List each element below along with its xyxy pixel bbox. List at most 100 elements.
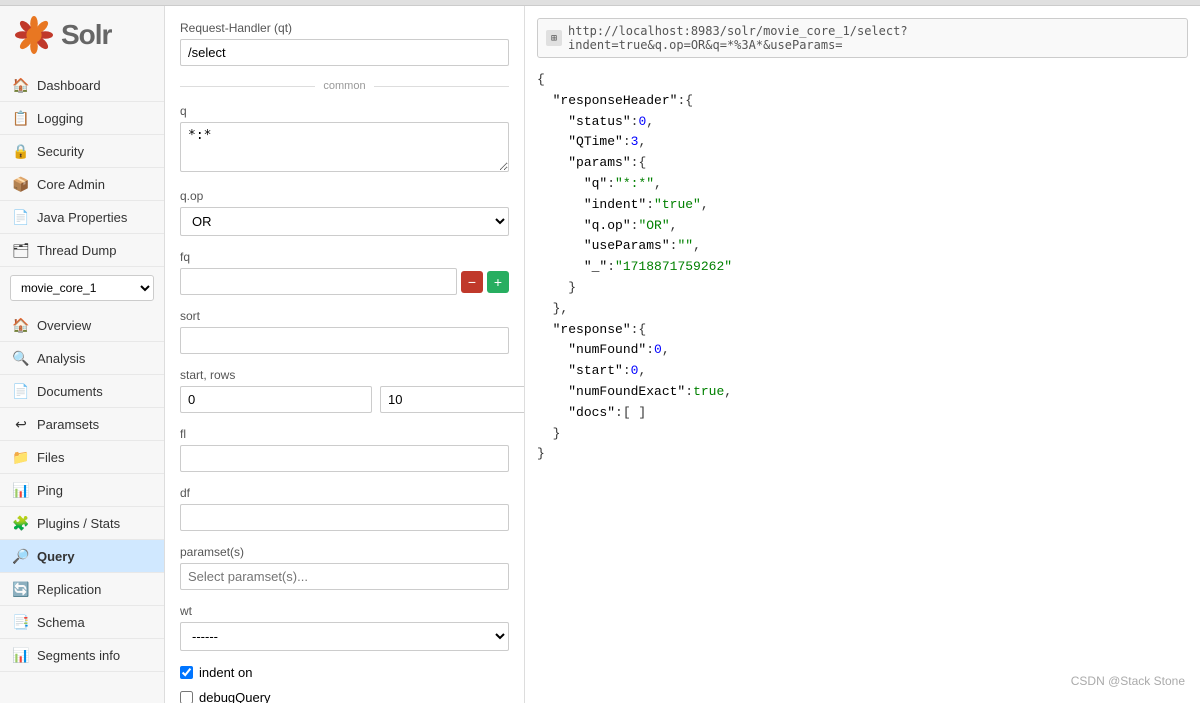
q-input[interactable] (180, 122, 509, 172)
segments-icon: 📊 (12, 646, 30, 664)
sidebar-item-logging[interactable]: 📋 Logging (0, 102, 164, 135)
dashboard-icon: 🏠 (12, 76, 30, 94)
sidebar-item-label: Plugins / Stats (37, 516, 120, 531)
sidebar-item-replication[interactable]: 🔄 Replication (0, 573, 164, 606)
sidebar-item-java-properties[interactable]: 📄 Java Properties (0, 201, 164, 234)
wt-select[interactable]: ------ json xml csv javabin geojson smil… (180, 622, 509, 651)
indent-label[interactable]: indent on (199, 665, 253, 680)
sort-group: sort (180, 309, 509, 354)
query-icon: 🔎 (12, 547, 30, 565)
sidebar-item-label: Ping (37, 483, 63, 498)
thread-dump-icon: 🗂 (12, 241, 30, 259)
sidebar-item-label: Files (37, 450, 64, 465)
results-url-bar: ⊞ http://localhost:8983/solr/movie_core_… (537, 18, 1188, 58)
start-input[interactable] (180, 386, 372, 413)
fl-input[interactable] (180, 445, 509, 472)
plugins-icon: 🧩 (12, 514, 30, 532)
sidebar-item-label: Dashboard (37, 78, 101, 93)
ping-icon: 📊 (12, 481, 30, 499)
handler-label: Request-Handler (qt) (180, 21, 509, 35)
sidebar-item-documents[interactable]: 📄 Documents (0, 375, 164, 408)
paramsets-icon: ↩ (12, 415, 30, 433)
documents-icon: 📄 (12, 382, 30, 400)
df-input[interactable] (180, 504, 509, 531)
sidebar-item-schema[interactable]: 📑 Schema (0, 606, 164, 639)
sidebar-item-files[interactable]: 📁 Files (0, 441, 164, 474)
java-properties-icon: 📄 (12, 208, 30, 226)
sidebar-item-label: Documents (37, 384, 103, 399)
fq-group: fq − + (180, 250, 509, 295)
sidebar-item-label: Overview (37, 318, 91, 333)
solr-logo-text: Solr (61, 19, 111, 51)
analysis-icon: 🔍 (12, 349, 30, 367)
sidebar-nav-core: 🏠 Overview 🔍 Analysis 📄 Documents ↩ Para… (0, 309, 164, 672)
core-select-dropdown[interactable]: movie_core_1 (10, 275, 154, 301)
paramsets-group: paramset(s) (180, 545, 509, 590)
fq-label: fq (180, 250, 509, 264)
content-area: Request-Handler (qt) common q q.op OR AN… (165, 6, 1200, 703)
fl-group: fl (180, 427, 509, 472)
handler-input[interactable] (180, 39, 509, 66)
results-url: http://localhost:8983/solr/movie_core_1/… (568, 24, 1179, 52)
sidebar-item-segments-info[interactable]: 📊 Segments info (0, 639, 164, 672)
sidebar-item-label: Replication (37, 582, 101, 597)
paramsets-input[interactable] (180, 563, 509, 590)
core-selector[interactable]: movie_core_1 (10, 275, 154, 301)
sidebar-item-label: Security (37, 144, 84, 159)
sidebar-item-label: Segments info (37, 648, 120, 663)
query-panel: Request-Handler (qt) common q q.op OR AN… (165, 6, 525, 703)
sidebar-item-label: Core Admin (37, 177, 105, 192)
wt-group: wt ------ json xml csv javabin geojson s… (180, 604, 509, 651)
replication-icon: 🔄 (12, 580, 30, 598)
solr-logo-icon (15, 16, 53, 54)
indent-checkbox[interactable] (180, 666, 193, 679)
sidebar-item-label: Logging (37, 111, 83, 126)
qop-label: q.op (180, 189, 509, 203)
sidebar-item-label: Thread Dump (37, 243, 116, 258)
sidebar-item-dashboard[interactable]: 🏠 Dashboard (0, 69, 164, 102)
fq-input[interactable] (180, 268, 457, 295)
sidebar-item-plugins-stats[interactable]: 🧩 Plugins / Stats (0, 507, 164, 540)
fl-label: fl (180, 427, 509, 441)
sidebar-nav-global: 🏠 Dashboard 📋 Logging 🔒 Security 📦 Core … (0, 69, 164, 267)
fq-remove-button[interactable]: − (461, 271, 483, 293)
paramsets-label: paramset(s) (180, 545, 509, 559)
sidebar-item-ping[interactable]: 📊 Ping (0, 474, 164, 507)
debug-label[interactable]: debugQuery (199, 690, 271, 703)
url-icon: ⊞ (546, 30, 562, 46)
sort-input[interactable] (180, 327, 509, 354)
watermark: CSDN @Stack Stone (1071, 674, 1185, 688)
overview-icon: 🏠 (12, 316, 30, 334)
rows-input[interactable] (380, 386, 525, 413)
json-output: { "responseHeader":{ "status":0, "QTime"… (537, 70, 1188, 465)
schema-icon: 📑 (12, 613, 30, 631)
sidebar-item-query[interactable]: 🔎 Query (0, 540, 164, 573)
sidebar-item-thread-dump[interactable]: 🗂 Thread Dump (0, 234, 164, 267)
q-label: q (180, 104, 509, 118)
fq-row: − + (180, 268, 509, 295)
fq-add-button[interactable]: + (487, 271, 509, 293)
qop-select[interactable]: OR AND (180, 207, 509, 236)
debug-checkbox[interactable] (180, 691, 193, 703)
sidebar-item-analysis[interactable]: 🔍 Analysis (0, 342, 164, 375)
sidebar: Solr 🏠 Dashboard 📋 Logging 🔒 Security 📦 … (0, 6, 165, 703)
logging-icon: 📋 (12, 109, 30, 127)
start-rows-group: start, rows (180, 368, 509, 413)
sidebar-item-label: Java Properties (37, 210, 127, 225)
df-label: df (180, 486, 509, 500)
files-icon: 📁 (12, 448, 30, 466)
common-divider: common (180, 80, 509, 92)
handler-group: Request-Handler (qt) (180, 21, 509, 66)
sidebar-item-overview[interactable]: 🏠 Overview (0, 309, 164, 342)
sidebar-item-security[interactable]: 🔒 Security (0, 135, 164, 168)
logo-area: Solr (0, 6, 164, 69)
solr-logo: Solr (15, 16, 111, 54)
indent-row: indent on (180, 665, 509, 680)
results-panel: ⊞ http://localhost:8983/solr/movie_core_… (525, 6, 1200, 703)
sidebar-item-paramsets[interactable]: ↩ Paramsets (0, 408, 164, 441)
sort-label: sort (180, 309, 509, 323)
start-rows-row (180, 386, 509, 413)
q-group: q (180, 104, 509, 175)
wt-label: wt (180, 604, 509, 618)
sidebar-item-core-admin[interactable]: 📦 Core Admin (0, 168, 164, 201)
